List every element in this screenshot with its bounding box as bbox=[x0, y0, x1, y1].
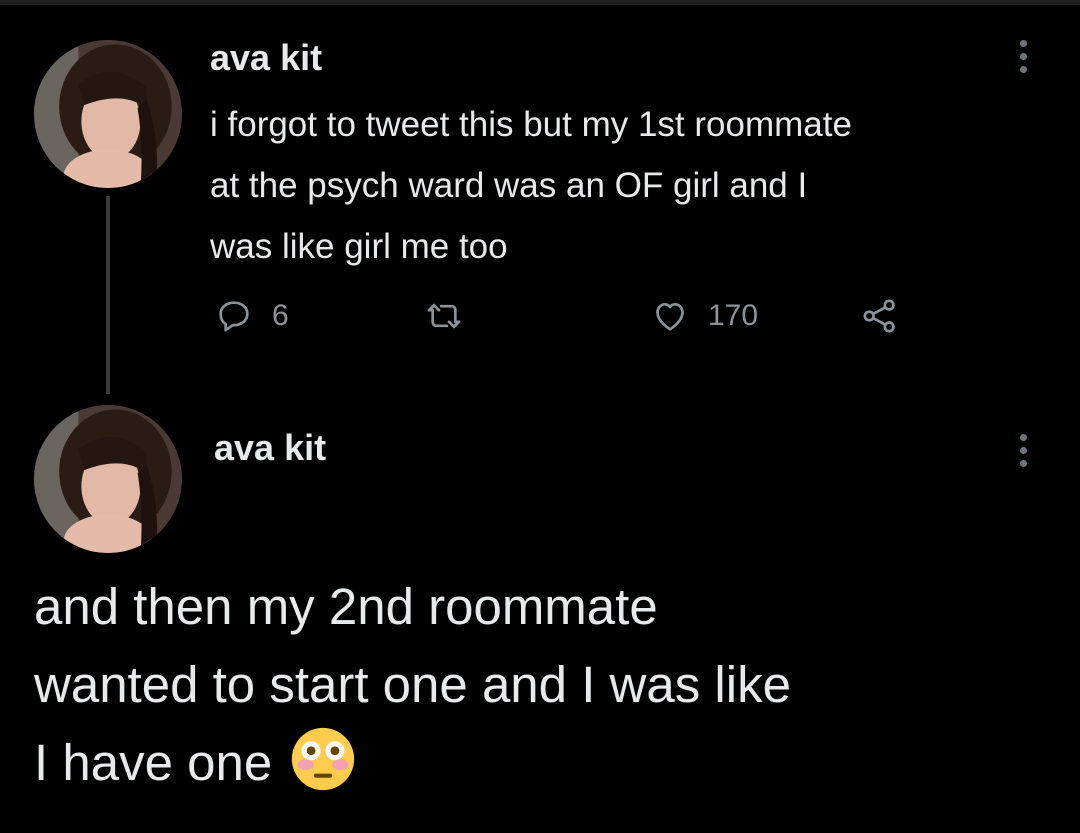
avatar[interactable] bbox=[34, 405, 182, 553]
tweet-text-line: wanted to start one and I was like bbox=[34, 656, 791, 713]
tweet-text-line: was like girl me too bbox=[210, 227, 508, 266]
reply-button[interactable]: 6 bbox=[214, 296, 289, 336]
tweet-text-line: and then my 2nd roommate bbox=[34, 578, 658, 635]
avatar-image bbox=[34, 40, 182, 188]
author-name[interactable]: ava kit bbox=[210, 38, 322, 78]
thread-connector bbox=[106, 196, 110, 394]
like-button[interactable]: 170 bbox=[650, 296, 758, 336]
tweet-actions: 6 170 bbox=[0, 296, 1080, 340]
retweet-button[interactable] bbox=[424, 296, 482, 336]
flushed-face-emoji-icon bbox=[290, 726, 356, 792]
retweet-icon bbox=[427, 303, 461, 329]
share-icon bbox=[863, 299, 895, 333]
tweet-text-segment: I have one bbox=[34, 734, 273, 791]
heart-icon bbox=[656, 303, 684, 331]
author-name[interactable]: ava kit bbox=[214, 428, 326, 468]
top-divider bbox=[0, 0, 1080, 5]
like-count: 170 bbox=[708, 299, 759, 332]
avatar[interactable] bbox=[34, 40, 182, 188]
tweet-text-line-last: I have one bbox=[34, 724, 1064, 802]
reply-icon bbox=[219, 301, 249, 332]
more-options-icon[interactable] bbox=[1018, 434, 1028, 467]
more-options-icon[interactable] bbox=[1018, 40, 1028, 73]
tweet-text-line: i forgot to tweet this but my 1st roomma… bbox=[210, 105, 852, 144]
avatar-image bbox=[34, 405, 182, 553]
tweet-text: i forgot to tweet this but my 1st roomma… bbox=[210, 94, 1060, 277]
tweet-text-line: at the psych ward was an OF girl and I bbox=[210, 166, 808, 205]
reply-count: 6 bbox=[272, 299, 289, 332]
share-button[interactable] bbox=[860, 296, 900, 336]
tweet-text: and then my 2nd roommate wanted to start… bbox=[34, 568, 1064, 802]
